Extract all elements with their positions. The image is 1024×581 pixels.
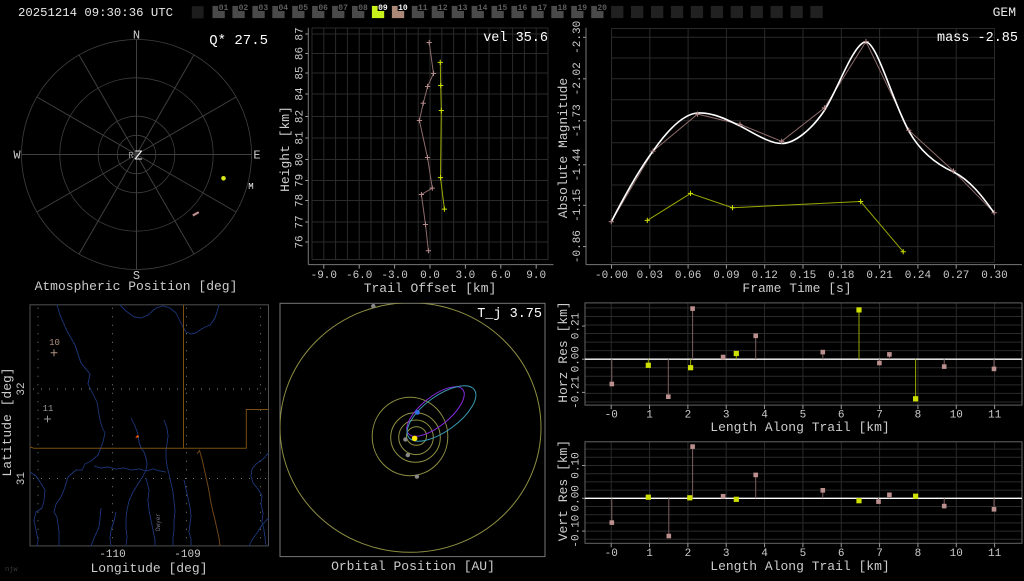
svg-text:10: 10	[49, 338, 60, 348]
svg-text:0.21: 0.21	[866, 270, 893, 282]
svg-text:0.27: 0.27	[943, 270, 969, 282]
svg-text:78: 78	[295, 194, 307, 207]
svg-text:-0.86: -0.86	[572, 230, 584, 263]
svg-text:14: 14	[478, 4, 488, 13]
svg-text:13: 13	[458, 4, 468, 13]
svg-text:9.0: 9.0	[526, 270, 546, 282]
svg-text:-2.02: -2.02	[572, 62, 584, 95]
svg-text:11: 11	[988, 548, 1002, 560]
svg-text:-0: -0	[605, 548, 618, 560]
svg-text:16: 16	[518, 4, 528, 13]
svg-text:Height [km]: Height [km]	[278, 106, 293, 192]
svg-text:17: 17	[538, 4, 548, 13]
svg-text:E: E	[253, 149, 260, 163]
svg-text:-0: -0	[605, 410, 618, 422]
svg-text:11: 11	[418, 4, 428, 13]
svg-text:Z: Z	[134, 149, 142, 165]
svg-text:87: 87	[295, 27, 307, 40]
svg-text:85: 85	[295, 66, 307, 79]
svg-text:81: 81	[295, 131, 307, 145]
svg-text:01: 01	[219, 4, 229, 13]
svg-text:0.24: 0.24	[905, 270, 932, 282]
svg-text:-1.15: -1.15	[572, 189, 584, 222]
svg-text:76: 76	[295, 235, 307, 248]
svg-text:06: 06	[318, 4, 328, 13]
svg-text:-1.73: -1.73	[572, 104, 584, 137]
svg-text:82: 82	[295, 110, 307, 123]
svg-text:-0.00: -0.00	[595, 270, 628, 282]
svg-text:80: 80	[295, 153, 307, 166]
svg-text:0.00: 0.00	[571, 346, 583, 372]
svg-text:0.06: 0.06	[675, 270, 701, 282]
svg-text:Horz Res [km]: Horz Res [km]	[556, 301, 571, 402]
svg-text:15: 15	[498, 4, 508, 13]
svg-text:02: 02	[239, 4, 249, 13]
svg-text:N: N	[133, 29, 140, 43]
svg-text:11: 11	[988, 410, 1002, 422]
svg-text:Longitude [deg]: Longitude [deg]	[90, 561, 207, 576]
svg-text:09: 09	[378, 4, 388, 13]
svg-text:W: W	[13, 149, 21, 163]
svg-text:31: 31	[16, 472, 28, 486]
svg-text:19: 19	[577, 4, 587, 13]
svg-text:-0.10: -0.10	[571, 515, 583, 548]
svg-text:Frame Time [s]: Frame Time [s]	[742, 281, 851, 296]
svg-text:-1.44: -1.44	[572, 148, 584, 181]
svg-text:-0.21: -0.21	[571, 375, 583, 408]
svg-text:77: 77	[295, 215, 307, 228]
svg-text:-109: -109	[174, 549, 200, 561]
svg-text:0.21: 0.21	[571, 312, 583, 339]
svg-text:-9.0: -9.0	[311, 270, 337, 282]
svg-text:1: 1	[646, 410, 653, 422]
svg-text:2: 2	[685, 548, 692, 560]
svg-text:Absolute Magnitude: Absolute Magnitude	[556, 78, 571, 218]
svg-text:0.00: 0.00	[571, 485, 583, 511]
svg-text:1: 1	[646, 548, 653, 560]
svg-text:mass -2.85: mass -2.85	[937, 31, 1018, 46]
svg-text:18: 18	[558, 4, 568, 13]
svg-text:20251214 09:30:36 UTC: 20251214 09:30:36 UTC	[18, 6, 173, 20]
svg-text:Vert Res [km]: Vert Res [km]	[556, 440, 571, 541]
svg-text:Atmospheric Position [deg]: Atmospheric Position [deg]	[35, 279, 238, 294]
svg-text:0.03: 0.03	[637, 270, 663, 282]
svg-text:GEM: GEM	[993, 5, 1016, 20]
svg-text:10: 10	[950, 548, 963, 560]
svg-text:05: 05	[298, 4, 308, 13]
svg-text:-110: -110	[99, 549, 125, 561]
svg-text:Latitude [deg]: Latitude [deg]	[0, 367, 15, 476]
svg-text:T_j 3.75: T_j 3.75	[477, 307, 542, 322]
svg-text:03: 03	[259, 4, 269, 13]
svg-text:08: 08	[358, 4, 368, 13]
svg-text:-2.30: -2.30	[572, 21, 584, 54]
svg-text:12: 12	[438, 4, 448, 13]
svg-text:07: 07	[338, 4, 348, 13]
svg-text:Length Along Trail [km]: Length Along Trail [km]	[710, 420, 889, 435]
svg-text:0.10: 0.10	[571, 452, 583, 478]
svg-text:vel 35.6: vel 35.6	[483, 31, 548, 46]
svg-text:Q* 27.5: Q* 27.5	[209, 33, 268, 49]
svg-text:8: 8	[915, 548, 922, 560]
svg-text:Orbital Position [AU]: Orbital Position [AU]	[331, 559, 495, 574]
svg-text:20: 20	[597, 4, 607, 13]
svg-text:10: 10	[398, 4, 408, 13]
svg-text:11: 11	[43, 404, 54, 414]
svg-text:0.30: 0.30	[981, 270, 1007, 282]
svg-text:0.09: 0.09	[713, 270, 739, 282]
svg-text:8: 8	[915, 410, 922, 422]
svg-text:Trail Offset [km]: Trail Offset [km]	[364, 281, 497, 296]
svg-text:04: 04	[278, 4, 288, 13]
svg-text:10: 10	[950, 410, 963, 422]
svg-text:2: 2	[685, 410, 692, 422]
svg-text:84: 84	[295, 87, 307, 101]
svg-text:86: 86	[295, 47, 307, 60]
svg-text:M: M	[248, 182, 253, 192]
svg-text:32: 32	[16, 382, 28, 395]
svg-text:Dwyer: Dwyer	[155, 513, 162, 531]
svg-text:79: 79	[295, 174, 307, 187]
svg-text:Length Along Trail [km]: Length Along Trail [km]	[710, 559, 889, 574]
svg-text:njw: njw	[5, 566, 18, 574]
